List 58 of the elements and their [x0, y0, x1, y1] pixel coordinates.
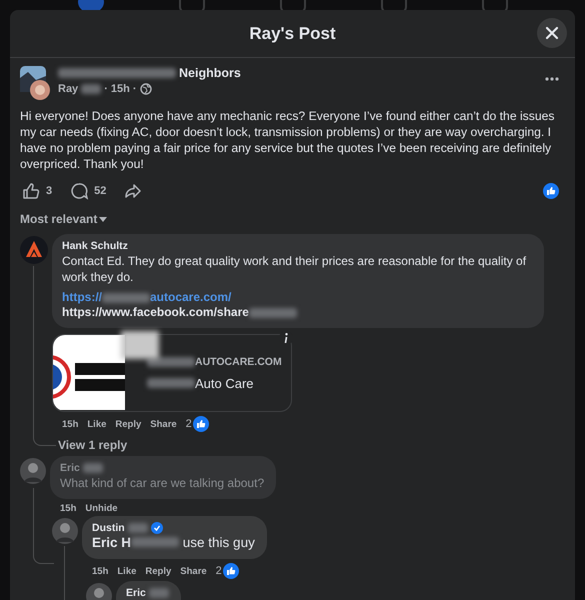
- like-reaction-icon: [543, 183, 559, 199]
- mention-link[interactable]: Eric H: [92, 535, 132, 550]
- comment-text: Contact Ed. They do great quality work and their prices are reasonable for the quality of work they do.: [62, 254, 526, 284]
- link[interactable]: https://: [62, 290, 102, 305]
- comment-action-link[interactable]: Like: [117, 566, 136, 576]
- more-options-icon[interactable]: [545, 76, 559, 82]
- verified-badge-icon: [150, 522, 163, 534]
- view-replies-link[interactable]: View 1 reply: [52, 438, 128, 452]
- blurred-text: [128, 523, 148, 533]
- group-name[interactable]: Neighbors: [179, 66, 241, 80]
- commenter-name[interactable]: Eric: [60, 462, 80, 474]
- close-icon[interactable]: [545, 26, 559, 40]
- blurred-text: [82, 463, 103, 473]
- blurred-text: [102, 292, 150, 302]
- sort-dropdown[interactable]: Most relevant: [20, 212, 108, 226]
- preview-domain: AUTOCARE.COM: [195, 356, 282, 368]
- comment-action-link[interactable]: Reply: [145, 566, 172, 576]
- group-avatar[interactable]: [20, 66, 52, 100]
- comment-text: What kind of car are we talking about?: [60, 476, 264, 490]
- comment-time: 15h: [60, 503, 76, 514]
- like-icon[interactable]: [22, 182, 40, 200]
- blurred-text: [147, 378, 195, 388]
- comment-text: use this guy: [182, 535, 255, 550]
- comment-action-link[interactable]: Share: [180, 566, 207, 576]
- blurred-text: [148, 588, 169, 598]
- blurred-text: [248, 308, 297, 318]
- commenter-name[interactable]: Hank Schultz: [62, 240, 128, 252]
- comment-icon[interactable]: [70, 182, 88, 200]
- link[interactable]: https://www.facebook.com/share: [62, 305, 249, 320]
- comment-time: 15h: [92, 566, 108, 576]
- avatar-logo-icon[interactable]: [20, 236, 48, 264]
- reaction-count: 2: [186, 418, 192, 430]
- like-reaction-icon: [192, 416, 209, 432]
- user-avatar[interactable]: [52, 518, 78, 544]
- like-reaction-icon: [222, 563, 239, 579]
- dialog-title: Ray's Post: [249, 24, 336, 44]
- comment-time: 15h: [62, 418, 78, 430]
- caret-icon[interactable]: [99, 216, 108, 222]
- link-preview-card[interactable]: AUTOCARE.COM Auto Care: [52, 334, 292, 412]
- link[interactable]: autocare.com/: [150, 290, 232, 305]
- comment-count: 52: [94, 185, 106, 197]
- post-text: Hi everyone! Does anyone have any mechanic recs? Everyone I’ve found either can’t do the issues my car needs (fixing AC, door doesn’t lock, transmission problems) or they are way overcharging. I have no problem paying a fair price for any service but the quotes I’ve been receiving are definitely overpriced. Thank you!: [20, 108, 556, 172]
- comment-action-link[interactable]: Share: [150, 418, 177, 430]
- comment-action-link[interactable]: Like: [87, 418, 106, 430]
- post-time[interactable]: · 15h ·: [104, 83, 137, 95]
- share-icon[interactable]: [124, 182, 142, 200]
- blurred-text: [131, 537, 180, 547]
- user-avatar[interactable]: [20, 458, 46, 484]
- preview-title: Auto Care: [195, 376, 254, 390]
- globe-icon: [140, 83, 152, 95]
- commenter-name[interactable]: Eric: [126, 587, 146, 599]
- comment-action-link[interactable]: Unhide: [85, 503, 118, 514]
- like-count: 3: [46, 185, 52, 197]
- commenter-name[interactable]: Dustin: [92, 522, 125, 534]
- comment-action-link[interactable]: Reply: [115, 418, 142, 430]
- close-button[interactable]: [537, 18, 567, 48]
- reaction-count: 2: [216, 565, 222, 577]
- author-name[interactable]: Ray: [58, 83, 78, 95]
